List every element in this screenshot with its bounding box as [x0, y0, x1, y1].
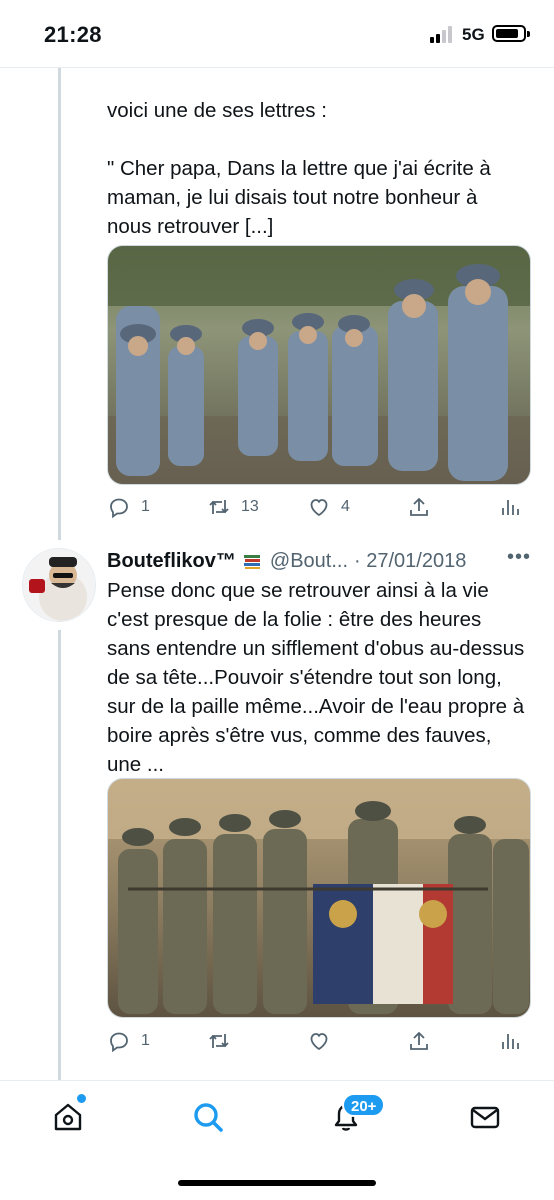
reply-count: 1: [141, 498, 150, 515]
heart-icon: [310, 1033, 328, 1051]
tweet-date[interactable]: · 27/01/2018: [354, 550, 466, 573]
share-icon: [410, 497, 428, 516]
analytics-button[interactable]: [497, 1026, 521, 1056]
like-button[interactable]: [307, 1026, 341, 1056]
tab-home[interactable]: [50, 1099, 90, 1139]
reply-button[interactable]: 1: [107, 1026, 150, 1056]
author-handle[interactable]: @Bout...: [270, 550, 348, 573]
retweet-button[interactable]: [207, 1026, 241, 1056]
like-button[interactable]: 4: [307, 492, 350, 522]
signal-strength-icon: [430, 25, 456, 43]
thread-line: [58, 68, 61, 540]
battery-icon: [492, 25, 530, 42]
more-options-icon[interactable]: •••: [507, 546, 531, 569]
status-bar: 21:28 5G: [0, 0, 554, 68]
reply-icon: [110, 1032, 128, 1053]
analytics-icon: [502, 500, 519, 515]
home-indicator: [178, 1180, 376, 1186]
tweet-photo[interactable]: [107, 245, 531, 485]
share-icon: [410, 1031, 428, 1050]
author-name[interactable]: Bouteflikov™: [107, 550, 236, 573]
reply-icon: [110, 498, 128, 519]
retweet-count: 13: [241, 498, 259, 515]
mail-icon: [470, 1106, 500, 1129]
avatar[interactable]: [22, 548, 96, 622]
share-button[interactable]: [407, 492, 431, 522]
photo-soldiers-trench-icon: [108, 246, 530, 484]
retweet-button[interactable]: 13: [207, 492, 259, 522]
avatar-cartoon-icon: [23, 549, 95, 621]
tweet-actions: 1: [107, 1026, 531, 1056]
home-icon: [54, 1103, 82, 1131]
tweet-text: voici une de ses lettres : " Cher papa, …: [107, 99, 491, 238]
tweet-actions: 1 13 4: [107, 492, 531, 522]
tweet-photo[interactable]: [107, 778, 531, 1018]
share-button[interactable]: [407, 1026, 431, 1056]
notifications-badge: 20+: [342, 1093, 386, 1117]
search-icon: [194, 1103, 223, 1132]
retweet-icon: [209, 500, 229, 514]
heart-icon: [310, 499, 328, 517]
tweet-header: Bouteflikov™ @Bout... · 27/01/2018 •••: [107, 546, 531, 576]
reply-button[interactable]: 1: [107, 492, 150, 522]
reply-count: 1: [141, 1032, 150, 1049]
tweet-text: Pense donc que se retrouver ainsi à la v…: [107, 579, 525, 776]
analytics-button[interactable]: [497, 492, 521, 522]
thread-line: [58, 630, 61, 1080]
photo-soldiers-flag-icon: [108, 779, 530, 1017]
home-unread-dot: [77, 1094, 86, 1103]
status-time: 21:28: [44, 22, 102, 47]
books-emoji-icon: [242, 551, 262, 571]
tab-messages[interactable]: [467, 1099, 507, 1139]
tab-search[interactable]: [190, 1099, 230, 1139]
retweet-icon: [209, 1034, 229, 1048]
network-type: 5G: [462, 25, 485, 44]
analytics-icon: [502, 1034, 519, 1049]
like-count: 4: [341, 498, 350, 515]
